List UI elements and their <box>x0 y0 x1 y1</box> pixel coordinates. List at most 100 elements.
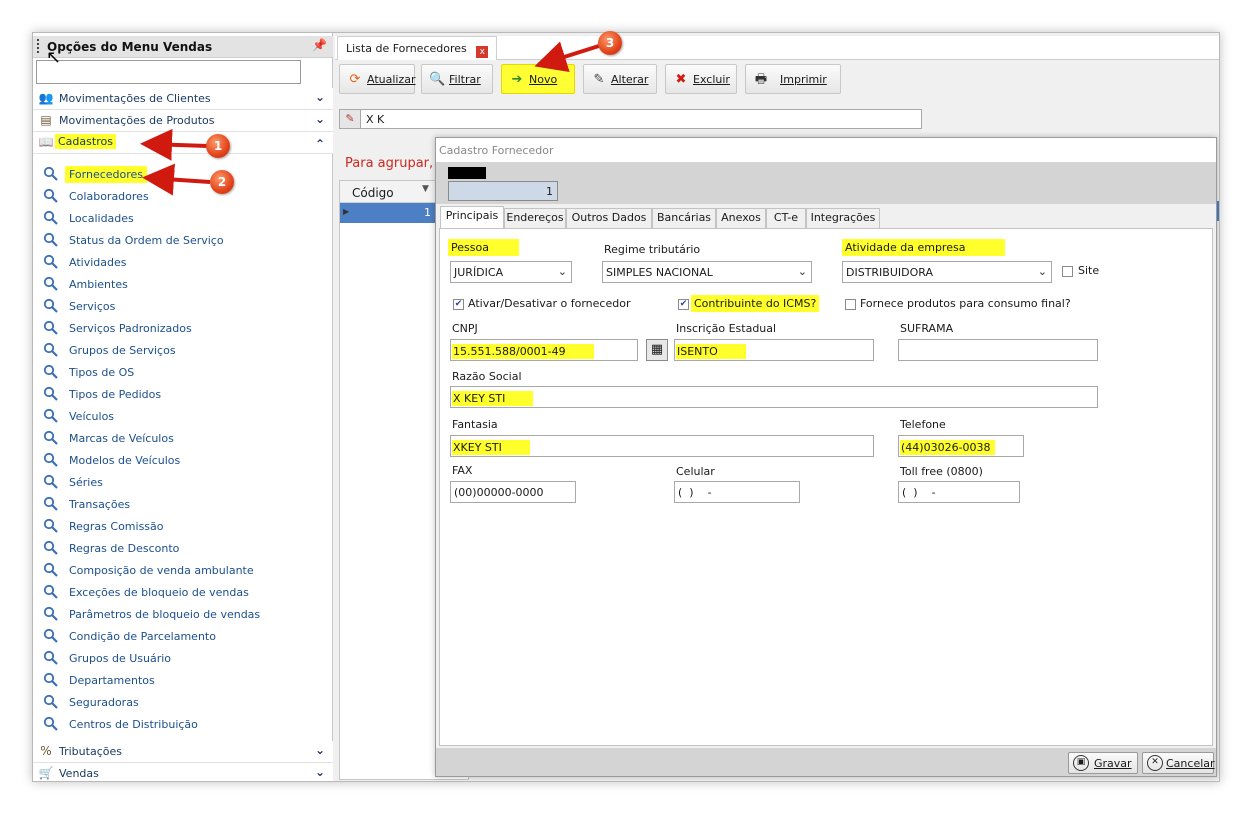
group-vendas[interactable]: 🛒 Vendas ⌄ <box>33 763 333 781</box>
novo-button[interactable]: ➔ Novo <box>501 64 575 94</box>
menu-item[interactable]: Centros de Distribuição <box>33 713 333 735</box>
menu-item-label: Status da Ordem de Serviço <box>69 234 224 247</box>
menu-item[interactable]: Grupos de Serviços <box>33 339 333 361</box>
menu-item[interactable]: Colaboradores <box>33 185 333 207</box>
celular-input[interactable]: ( ) - <box>674 481 800 503</box>
chevron-down-icon[interactable]: ⌄ <box>315 765 325 779</box>
menu-item[interactable]: Tipos de Pedidos <box>33 383 333 405</box>
atividade-label: Atividade da empresa <box>842 239 1006 256</box>
delete-icon: ✖ <box>675 72 687 87</box>
row-codigo: 1 <box>424 206 431 219</box>
calculator-icon[interactable]: ▦ <box>646 339 668 361</box>
suframa-input[interactable] <box>898 339 1098 361</box>
alterar-button[interactable]: ✎ Alterar <box>583 64 657 94</box>
group-movimentacoes-clientes[interactable]: 👥 Movimentações de Clientes ⌄ <box>33 88 333 110</box>
excluir-button[interactable]: ✖ Excluir <box>665 64 737 94</box>
pessoa-select[interactable]: JURÍDICA ⌄ <box>450 261 572 283</box>
column-codigo[interactable]: Código <box>352 186 394 200</box>
menu-item[interactable]: Status da Ordem de Serviço <box>33 229 333 251</box>
menu-item-label: Grupos de Serviços <box>69 344 176 357</box>
atualizar-button[interactable]: ⟳ Atualizar <box>339 64 416 94</box>
menu-item[interactable]: Modelos de Veículos <box>33 449 333 471</box>
menu-item[interactable]: Atividades <box>33 251 333 273</box>
ie-input[interactable]: ISENTO <box>674 339 874 361</box>
menu-item[interactable]: Regras de Desconto <box>33 537 333 559</box>
pin-icon[interactable]: 📌 <box>312 38 327 52</box>
menu-title: Opções do Menu Vendas <box>47 40 213 54</box>
menu-item[interactable]: Fornecedores <box>33 163 333 185</box>
menu-item[interactable]: Transações <box>33 493 333 515</box>
razao-label: Razão Social <box>452 370 522 383</box>
razao-input[interactable]: X KEY STI <box>450 386 1098 408</box>
dialog-titlebar: Cadastro Fornecedor <box>436 138 1216 162</box>
menu-item[interactable]: Serviços <box>33 295 333 317</box>
contribuinte-label: Contribuinte do ICMS? <box>691 295 820 312</box>
search-icon <box>43 430 58 445</box>
site-checkbox[interactable] <box>1062 266 1073 277</box>
tab-principais[interactable]: Principais <box>440 206 504 229</box>
filtrar-button[interactable]: 🔍 Filtrar <box>421 64 493 94</box>
chevron-down-icon[interactable]: ⌄ <box>315 90 325 104</box>
menu-item[interactable]: Parâmetros de bloqueio de vendas <box>33 603 333 625</box>
menu-item[interactable]: Condição de Parcelamento <box>33 625 333 647</box>
dialog-footer: ▣ Gravar ✕ Cancelar <box>436 748 1216 776</box>
tollfree-input[interactable]: ( ) - <box>898 481 1020 503</box>
tollfree-label: Toll free (0800) <box>900 465 983 478</box>
tab-lista-fornecedores[interactable]: Lista de Fornecedores x <box>337 36 498 60</box>
imprimir-button[interactable]: 🖶 Imprimir <box>745 64 841 94</box>
menu-item[interactable]: Exceções de bloqueio de vendas <box>33 581 333 603</box>
telefone-label: Telefone <box>900 418 946 431</box>
menu-item[interactable]: Veículos <box>33 405 333 427</box>
tab-enderecos[interactable]: Endereços <box>504 208 566 228</box>
gravar-button[interactable]: ▣ Gravar <box>1068 752 1138 774</box>
tab-integracoes[interactable]: Integrações <box>806 208 880 228</box>
menu-search-input[interactable] <box>36 60 301 84</box>
contribuinte-checkbox[interactable]: ✔ <box>678 299 689 310</box>
grip-icon[interactable] <box>37 39 40 53</box>
tab-outros-dados[interactable]: Outros Dados <box>566 208 652 228</box>
menu-item[interactable]: Seguradoras <box>33 691 333 713</box>
menu-item-label: Regras de Desconto <box>69 542 180 555</box>
telefone-input[interactable]: (44)03026-0038 <box>898 435 1024 457</box>
group-tributacoes[interactable]: % Tributações ⌄ <box>33 741 333 763</box>
chevron-down-icon: ⌄ <box>557 265 567 278</box>
group-cadastros[interactable]: 📖 Cadastros ⌃ <box>33 132 333 154</box>
cnpj-input[interactable]: 15.551.588/0001-49 <box>450 339 638 361</box>
tab-bancarias[interactable]: Bancárias <box>652 208 716 228</box>
book-icon: 📖 <box>38 135 54 149</box>
menu-item[interactable]: Grupos de Usuário <box>33 647 333 669</box>
button-label: Imprimir <box>780 73 827 86</box>
ativar-checkbox[interactable]: ✔ <box>453 299 464 310</box>
clear-filter-icon[interactable]: ✎ <box>339 109 361 129</box>
menu-item-label: Tipos de Pedidos <box>69 388 162 401</box>
fornece-checkbox[interactable] <box>845 299 856 310</box>
fantasia-label: Fantasia <box>452 418 498 431</box>
filter-input[interactable]: ✎ X K <box>339 109 922 129</box>
row-indicator-icon: ▶ <box>343 207 350 216</box>
fantasia-input[interactable]: XKEY STI <box>450 435 874 457</box>
search-icon <box>43 672 58 687</box>
filter-icon[interactable]: ▼ <box>422 184 429 194</box>
cancelar-button[interactable]: ✕ Cancelar <box>1142 752 1215 774</box>
chevron-up-icon[interactable]: ⌃ <box>315 137 325 151</box>
menu-item[interactable]: Regras Comissão <box>33 515 333 537</box>
menu-item[interactable]: Marcas de Veículos <box>33 427 333 449</box>
menu-item[interactable]: Tipos de OS <box>33 361 333 383</box>
fornece-label: Fornece produtos para consumo final? <box>860 297 1071 310</box>
fax-input[interactable]: (00)00000-0000 <box>450 481 576 503</box>
razao-value: X KEY STI <box>452 391 534 406</box>
menu-item[interactable]: Serviços Padronizados <box>33 317 333 339</box>
menu-item[interactable]: Localidades <box>33 207 333 229</box>
chevron-down-icon[interactable]: ⌄ <box>315 112 325 126</box>
tab-anexos[interactable]: Anexos <box>716 208 766 228</box>
regime-select[interactable]: SIMPLES NACIONAL ⌄ <box>602 261 812 283</box>
menu-item[interactable]: Séries <box>33 471 333 493</box>
menu-item[interactable]: Departamentos <box>33 669 333 691</box>
group-movimentacoes-produtos[interactable]: ▤ Movimentações de Produtos ⌄ <box>33 110 333 132</box>
menu-item[interactable]: Composição de venda ambulante <box>33 559 333 581</box>
atividade-select[interactable]: DISTRIBUIDORA ⌄ <box>842 261 1052 283</box>
close-icon[interactable]: x <box>476 46 489 58</box>
menu-item[interactable]: Ambientes <box>33 273 333 295</box>
tab-cte[interactable]: CT-e <box>766 208 806 228</box>
chevron-down-icon[interactable]: ⌄ <box>315 743 325 757</box>
